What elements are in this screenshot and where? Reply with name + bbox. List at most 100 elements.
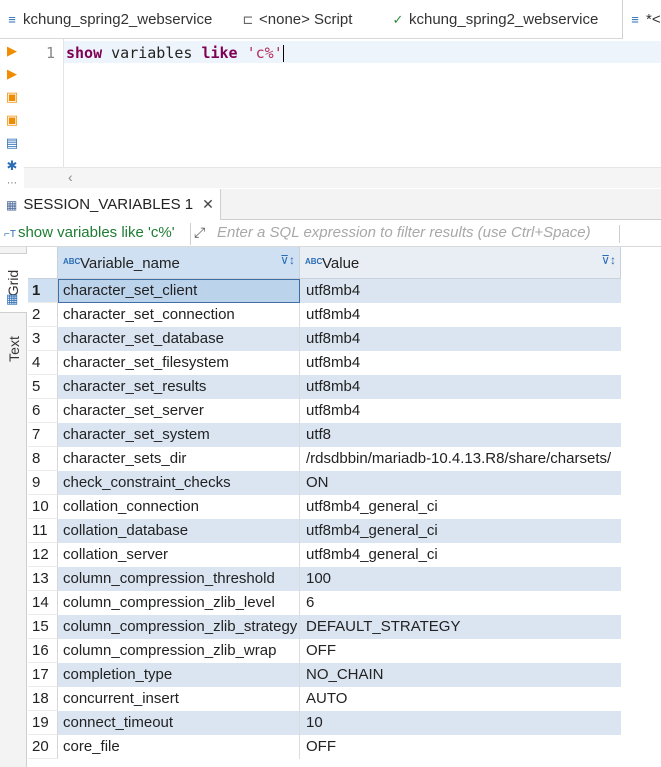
table-row[interactable]: 5 character_set_results utf8mb4 (28, 375, 621, 399)
cell-variable-name[interactable]: concurrent_insert (58, 687, 300, 711)
row-number[interactable]: 13 (28, 567, 58, 591)
cell-variable-name[interactable]: character_set_results (58, 375, 300, 399)
row-number[interactable]: 9 (28, 471, 58, 495)
row-number[interactable]: 3 (28, 327, 58, 351)
cell-variable-name[interactable]: completion_type (58, 663, 300, 687)
cell-value[interactable]: ON (300, 471, 621, 495)
scroll-left-icon[interactable]: ‹ (68, 169, 73, 185)
filter-input[interactable]: Enter a SQL expression to filter results… (217, 224, 591, 241)
table-row[interactable]: 11 collation_database utf8mb4_general_ci (28, 519, 621, 543)
execute-in-new-tab-icon[interactable]: ▶ (4, 66, 20, 82)
cell-variable-name[interactable]: collation_server (58, 543, 300, 567)
tab-sql-editor-active[interactable]: ≡ *< (622, 0, 661, 39)
cell-value[interactable]: 100 (300, 567, 621, 591)
tab-session-variables[interactable]: ▦ SESSION_VARIABLES 1 ✕ (0, 189, 221, 220)
sql-code-line[interactable]: show variables like 'c%' (66, 43, 284, 63)
row-number[interactable]: 15 (28, 615, 58, 639)
table-row[interactable]: 18 concurrent_insert AUTO (28, 687, 621, 711)
row-number[interactable]: 17 (28, 663, 58, 687)
column-header-value[interactable]: ABC Value ⊽↕ (300, 247, 621, 279)
row-number[interactable]: 16 (28, 639, 58, 663)
row-number-header[interactable] (28, 247, 58, 279)
table-row[interactable]: 16 column_compression_zlib_wrap OFF (28, 639, 621, 663)
table-row[interactable]: 6 character_set_server utf8mb4 (28, 399, 621, 423)
table-row[interactable]: 12 collation_server utf8mb4_general_ci (28, 543, 621, 567)
cell-value[interactable]: AUTO (300, 687, 621, 711)
execute-statement-icon[interactable]: ▶ (4, 43, 20, 59)
row-number[interactable]: 1 (28, 279, 58, 303)
cell-variable-name[interactable]: connect_timeout (58, 711, 300, 735)
table-row[interactable]: 1 character_set_client utf8mb4 (28, 279, 621, 303)
column-header-variable-name[interactable]: ABC Variable_name ⊽↕ (58, 247, 300, 279)
cell-value[interactable]: /rdsdbbin/mariadb-10.4.13.R8/share/chars… (300, 447, 621, 471)
cell-variable-name[interactable]: character_set_system (58, 423, 300, 447)
table-row[interactable]: 15 column_compression_zlib_strategy DEFAUL… (28, 615, 621, 639)
cell-value[interactable]: utf8mb4 (300, 327, 621, 351)
cell-value[interactable]: utf8mb4_general_ci (300, 543, 621, 567)
cell-variable-name[interactable]: core_file (58, 735, 300, 759)
row-number[interactable]: 10 (28, 495, 58, 519)
cell-value[interactable]: OFF (300, 735, 621, 759)
cell-value[interactable]: DEFAULT_STRATEGY (300, 615, 621, 639)
cell-variable-name[interactable]: character_sets_dir (58, 447, 300, 471)
table-row[interactable]: 7 character_set_system utf8 (28, 423, 621, 447)
results-grid[interactable]: ABC Variable_name ⊽↕ ABC Value ⊽↕ 1 chara… (28, 247, 661, 767)
cell-variable-name[interactable]: collation_database (58, 519, 300, 543)
cell-value[interactable]: 6 (300, 591, 621, 615)
sql-editor[interactable]: 1 show variables like 'c%' (24, 39, 661, 167)
cell-variable-name[interactable]: column_compression_zlib_wrap (58, 639, 300, 663)
cell-value[interactable]: utf8mb4_general_ci (300, 519, 621, 543)
row-number[interactable]: 11 (28, 519, 58, 543)
table-row[interactable]: 13 column_compression_threshold 100 (28, 567, 621, 591)
tab-sql-editor-1[interactable]: ≡ kchung_spring2_webservice (4, 0, 224, 39)
table-row[interactable]: 17 completion_type NO_CHAIN (28, 663, 621, 687)
row-number[interactable]: 19 (28, 711, 58, 735)
editor-horizontal-scrollbar[interactable]: ‹ (24, 167, 661, 188)
row-number[interactable]: 14 (28, 591, 58, 615)
execute-script-icon[interactable]: ▣ (4, 89, 20, 105)
table-row[interactable]: 19 connect_timeout 10 (28, 711, 621, 735)
tab-connection[interactable]: ✓ kchung_spring2_webservice (390, 0, 615, 39)
table-row[interactable]: 14 column_compression_zlib_level 6 (28, 591, 621, 615)
cell-value[interactable]: utf8mb4 (300, 279, 621, 303)
cell-variable-name[interactable]: check_constraint_checks (58, 471, 300, 495)
cell-variable-name[interactable]: character_set_filesystem (58, 351, 300, 375)
explain-plan-icon[interactable]: ▤ (4, 135, 20, 151)
cell-value[interactable]: 10 (300, 711, 621, 735)
tab-script[interactable]: ⊏ <none> Script (240, 0, 370, 39)
cell-value[interactable]: NO_CHAIN (300, 663, 621, 687)
settings-gear-icon[interactable]: ✱ (4, 158, 20, 174)
table-row[interactable]: 8 character_sets_dir/rdsdbbin/mariadb-10.… (28, 447, 621, 471)
cell-variable-name[interactable]: character_set_server (58, 399, 300, 423)
cell-value[interactable]: utf8mb4 (300, 351, 621, 375)
cell-value[interactable]: utf8mb4 (300, 399, 621, 423)
filter-sort-icon[interactable]: ⊽↕ (280, 253, 295, 267)
table-row[interactable]: 20 core_file OFF (28, 735, 621, 759)
cell-value[interactable]: utf8mb4_general_ci (300, 495, 621, 519)
table-row[interactable]: 3 character_set_database utf8mb4 (28, 327, 621, 351)
cell-variable-name[interactable]: column_compression_zlib_level (58, 591, 300, 615)
row-number[interactable]: 8 (28, 447, 58, 471)
expand-icon[interactable]: ⤢ (194, 224, 205, 241)
cell-value[interactable]: utf8mb4 (300, 303, 621, 327)
table-row[interactable]: 2 character_set_connection utf8mb4 (28, 303, 621, 327)
cell-value[interactable]: utf8 (300, 423, 621, 447)
table-row[interactable]: 10 collation_connection utf8mb4_general_ci (28, 495, 621, 519)
executed-query-label[interactable]: ⌐T show variables like 'c%' (4, 224, 175, 241)
table-row[interactable]: 4 character_set_filesystem utf8mb4 (28, 351, 621, 375)
tab-text[interactable]: Text (0, 319, 27, 379)
cell-variable-name[interactable]: collation_connection (58, 495, 300, 519)
row-number[interactable]: 18 (28, 687, 58, 711)
row-number[interactable]: 2 (28, 303, 58, 327)
close-icon[interactable]: ✕ (202, 196, 214, 213)
cell-variable-name[interactable]: column_compression_zlib_strategy (58, 615, 300, 639)
row-number[interactable]: 7 (28, 423, 58, 447)
filter-sort-icon[interactable]: ⊽↕ (601, 253, 616, 267)
cell-variable-name[interactable]: column_compression_threshold (58, 567, 300, 591)
cell-value[interactable]: OFF (300, 639, 621, 663)
cell-variable-name[interactable]: character_set_connection (58, 303, 300, 327)
table-row[interactable]: 9 check_constraint_checks ON (28, 471, 621, 495)
cell-value[interactable]: utf8mb4 (300, 375, 621, 399)
row-number[interactable]: 5 (28, 375, 58, 399)
cell-variable-name[interactable]: character_set_client (58, 279, 300, 303)
